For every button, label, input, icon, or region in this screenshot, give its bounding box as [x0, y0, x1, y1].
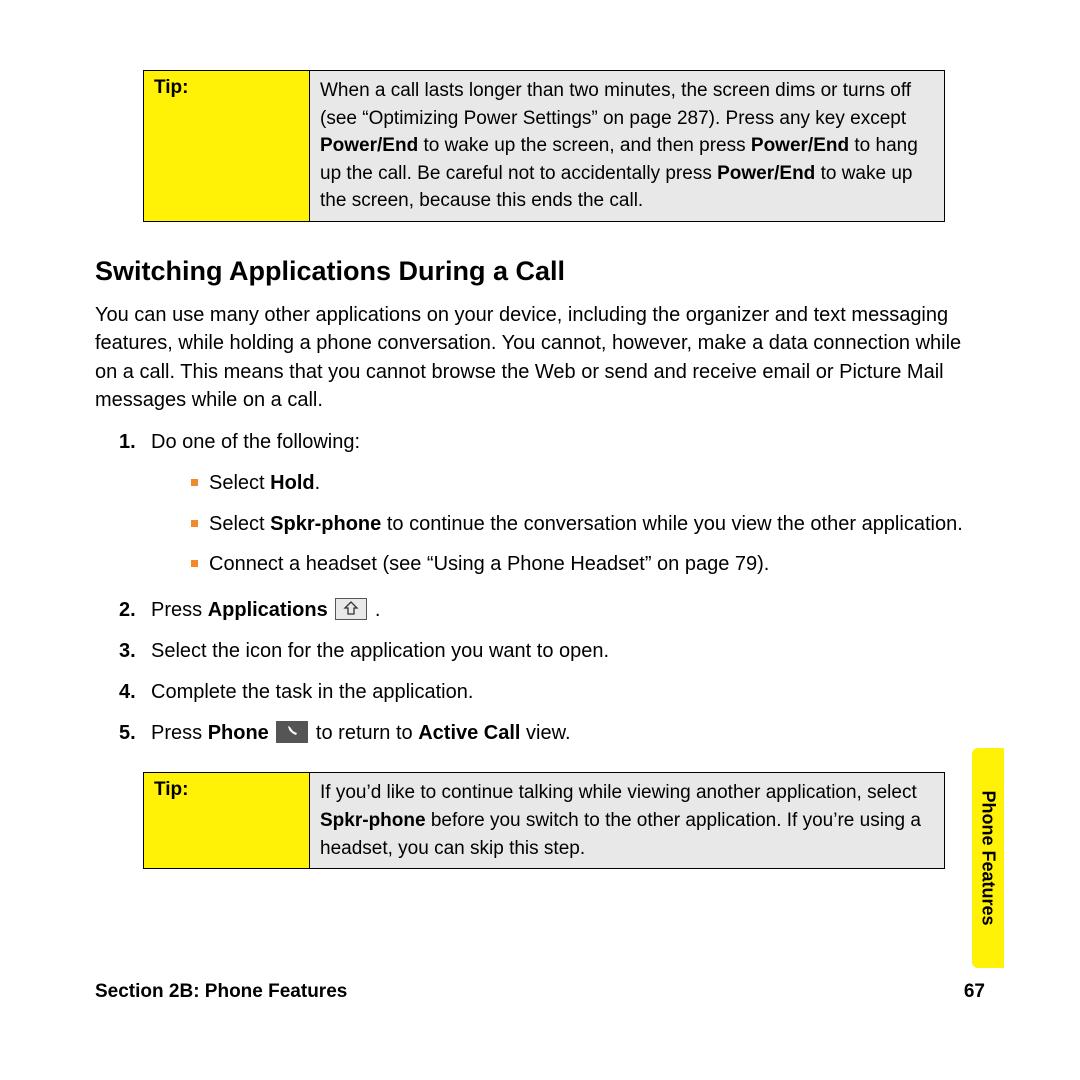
- sub-item: Connect a headset (see “Using a Phone He…: [191, 550, 985, 578]
- sub-list: Select Hold. Select Spkr-phone to contin…: [191, 469, 985, 578]
- step-item: 5. Press Phone to return to Active Call …: [119, 719, 985, 748]
- tip-bold: Power/End: [320, 135, 418, 156]
- side-tab-label: Phone Features: [978, 790, 999, 925]
- step-number: 4.: [119, 678, 136, 707]
- tip-body: If you’d like to continue talking while …: [310, 773, 945, 869]
- section-heading: Switching Applications During a Call: [95, 256, 985, 287]
- step-item: 4. Complete the task in the application.: [119, 678, 985, 707]
- step-number: 3.: [119, 637, 136, 666]
- sub-item: Select Spkr-phone to continue the conver…: [191, 510, 985, 538]
- phone-key-icon: [276, 721, 308, 743]
- sub-text: Select: [209, 513, 270, 535]
- intro-paragraph: You can use many other applications on y…: [95, 301, 985, 415]
- step-text: .: [369, 599, 380, 621]
- step-item: 1. Do one of the following: Select Hold.…: [119, 428, 985, 578]
- step-item: 2. Press Applications .: [119, 596, 985, 625]
- sub-text: .: [315, 472, 321, 494]
- side-tab: Phone Features: [972, 748, 1004, 968]
- tip-text: If you’d like to continue talking while …: [320, 782, 917, 803]
- footer-section: Section 2B: Phone Features: [95, 981, 347, 1002]
- step-text: Complete the task in the application.: [151, 681, 473, 703]
- step-text: Press: [151, 722, 208, 744]
- sub-text: Connect a headset (see “Using a Phone He…: [209, 553, 769, 575]
- step-item: 3. Select the icon for the application y…: [119, 637, 985, 666]
- step-bold: Active Call: [418, 722, 520, 744]
- tip-bold: Power/End: [717, 163, 815, 184]
- step-number: 1.: [119, 428, 136, 457]
- applications-key-icon: [335, 598, 367, 620]
- tip-box: Tip: When a call lasts longer than two m…: [143, 70, 945, 222]
- step-bold: Phone: [208, 722, 269, 744]
- sub-bold: Spkr-phone: [270, 513, 381, 535]
- sub-bold: Hold: [270, 472, 314, 494]
- step-number: 5.: [119, 719, 136, 748]
- steps-list: 1. Do one of the following: Select Hold.…: [119, 428, 985, 748]
- tip-bold: Spkr-phone: [320, 810, 426, 831]
- step-bold: Applications: [208, 599, 328, 621]
- tip-box: Tip: If you’d like to continue talking w…: [143, 772, 945, 869]
- content-area: Tip: When a call lasts longer than two m…: [95, 70, 985, 869]
- step-number: 2.: [119, 596, 136, 625]
- tip-label: Tip:: [144, 71, 310, 222]
- step-text: Select the icon for the application you …: [151, 640, 609, 662]
- tip-label: Tip:: [144, 773, 310, 869]
- sub-text: Select: [209, 472, 270, 494]
- sub-item: Select Hold.: [191, 469, 985, 497]
- tip-bold: Power/End: [751, 135, 849, 156]
- footer-page-number: 67: [964, 981, 985, 1003]
- step-text: view.: [520, 722, 570, 744]
- tip-text: When a call lasts longer than two minute…: [320, 80, 911, 129]
- step-text: to return to: [310, 722, 418, 744]
- step-text: Do one of the following:: [151, 431, 360, 453]
- page-footer: Section 2B: Phone Features 67: [95, 981, 985, 1003]
- tip-body: When a call lasts longer than two minute…: [310, 71, 945, 222]
- tip-text: to wake up the screen, and then press: [418, 135, 751, 156]
- document-page: Tip: When a call lasts longer than two m…: [0, 0, 1080, 1080]
- sub-text: to continue the conversation while you v…: [381, 513, 962, 535]
- step-text: Press: [151, 599, 208, 621]
